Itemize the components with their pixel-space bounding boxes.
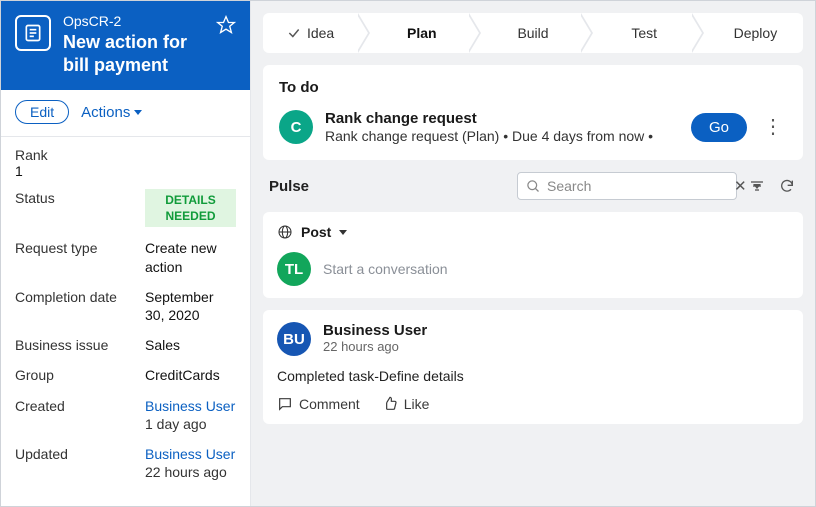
todo-overflow-menu[interactable]: ⋮ <box>759 117 787 137</box>
post-body: Completed task-Define details <box>277 368 789 384</box>
meta-value: CreditCards <box>145 366 220 384</box>
updated-user-link[interactable]: Business User <box>145 446 235 462</box>
pulse-title: Pulse <box>269 178 309 195</box>
meta-label: Business issue <box>15 336 135 354</box>
clear-icon[interactable]: ✕ <box>734 177 747 195</box>
todo-row: C Rank change request Rank change reques… <box>279 110 787 144</box>
meta-row-completion: Completion date September 30, 2020 <box>15 288 236 324</box>
post-head: BU Business User 22 hours ago <box>277 322 789 356</box>
case-header-text: OpsCR-2 New action for bill payment <box>63 13 204 76</box>
filter-button[interactable] <box>747 176 767 196</box>
stage-build[interactable]: Build <box>485 13 580 53</box>
updated-when: 22 hours ago <box>145 463 235 481</box>
post-card: BU Business User 22 hours ago Completed … <box>263 310 803 424</box>
meta-row-updated: Updated Business User 22 hours ago <box>15 445 236 481</box>
meta-label: Created <box>15 397 135 415</box>
meta-row-request-type: Request type Create new action <box>15 239 236 275</box>
stage-idea[interactable]: Idea <box>263 13 358 53</box>
meta-label: Updated <box>15 445 135 463</box>
compose-input[interactable]: Start a conversation <box>323 261 448 277</box>
meta-label: Request type <box>15 239 135 257</box>
post-actions: Comment Like <box>277 396 789 412</box>
stage-label: Build <box>517 25 548 41</box>
like-button[interactable]: Like <box>382 396 430 412</box>
stage-divider <box>692 13 708 53</box>
stage-label: Test <box>631 25 657 41</box>
post-time: 22 hours ago <box>323 339 427 354</box>
main-content: Idea Plan Build Test Deploy To do C <box>251 1 815 506</box>
meta-label: Status <box>15 189 135 207</box>
meta-label: Completion date <box>15 288 135 306</box>
pulse-header: Pulse ✕ <box>263 172 803 200</box>
refresh-button[interactable] <box>777 176 797 196</box>
app-root: OpsCR-2 New action for bill payment Edit… <box>0 0 816 507</box>
search-input[interactable] <box>547 178 728 194</box>
edit-button[interactable]: Edit <box>15 100 69 124</box>
compose-card: Post TL Start a conversation <box>263 212 803 298</box>
search-icon <box>526 179 541 194</box>
created-when: 1 day ago <box>145 415 235 433</box>
favorite-button[interactable] <box>216 15 236 35</box>
stage-label: Deploy <box>734 25 778 41</box>
compose-row[interactable]: TL Start a conversation <box>277 252 789 286</box>
actions-menu[interactable]: Actions <box>81 104 142 121</box>
stage-deploy[interactable]: Deploy <box>708 13 803 53</box>
meta-label: Rank <box>15 147 236 163</box>
globe-icon <box>277 224 293 240</box>
comment-button[interactable]: Comment <box>277 396 360 412</box>
meta-value: Business User 22 hours ago <box>145 445 235 481</box>
details-panel: OpsCR-2 New action for bill payment Edit… <box>1 1 251 506</box>
actions-menu-label: Actions <box>81 104 130 121</box>
pulse-search[interactable]: ✕ <box>517 172 737 200</box>
todo-name: Rank change request <box>325 110 679 127</box>
check-icon <box>287 26 301 40</box>
post-type-label: Post <box>301 224 331 240</box>
go-button[interactable]: Go <box>691 113 747 142</box>
meta-row-issue: Business issue Sales <box>15 336 236 354</box>
meta-row-group: Group CreditCards <box>15 366 236 384</box>
meta-list: Rank 1 Status DETAILS NEEDED Request typ… <box>1 137 250 506</box>
meta-row-status: Status DETAILS NEEDED <box>15 189 236 227</box>
post-author: Business User <box>323 322 427 339</box>
todo-card: To do C Rank change request Rank change … <box>263 65 803 160</box>
todo-sub: Rank change request (Plan) • Due 4 days … <box>325 128 679 144</box>
meta-value: DETAILS NEEDED <box>145 189 236 227</box>
caret-down-icon <box>134 110 142 115</box>
meta-value: Sales <box>145 336 180 354</box>
stage-plan[interactable]: Plan <box>374 13 469 53</box>
stage-divider <box>581 13 597 53</box>
post-avatar: BU <box>277 322 311 356</box>
case-header: OpsCR-2 New action for bill payment <box>1 1 250 90</box>
stage-label: Plan <box>407 25 437 41</box>
meta-value: Business User 1 day ago <box>145 397 235 433</box>
meta-row-created: Created Business User 1 day ago <box>15 397 236 433</box>
meta-rank: Rank 1 <box>15 147 236 179</box>
meta-label: Group <box>15 366 135 384</box>
stage-label: Idea <box>307 25 334 41</box>
stage-bar: Idea Plan Build Test Deploy <box>263 13 803 53</box>
meta-value: September 30, 2020 <box>145 288 236 324</box>
compose-top: Post <box>277 224 789 240</box>
post-meta: Business User 22 hours ago <box>323 322 427 354</box>
stage-test[interactable]: Test <box>597 13 692 53</box>
meta-value: 1 <box>15 163 236 179</box>
todo-heading: To do <box>279 79 787 96</box>
case-id: OpsCR-2 <box>63 13 204 29</box>
case-actions-row: Edit Actions <box>1 90 250 137</box>
post-type-dropdown-icon[interactable] <box>339 230 347 235</box>
todo-avatar: C <box>279 110 313 144</box>
meta-value: Create new action <box>145 239 236 275</box>
case-title: New action for bill payment <box>63 31 204 76</box>
status-badge: DETAILS NEEDED <box>145 189 236 227</box>
compose-avatar: TL <box>277 252 311 286</box>
comment-label: Comment <box>299 396 360 412</box>
created-user-link[interactable]: Business User <box>145 398 235 414</box>
case-type-icon <box>15 15 51 51</box>
stage-divider <box>469 13 485 53</box>
todo-body: Rank change request Rank change request … <box>325 110 679 144</box>
stage-divider <box>358 13 374 53</box>
like-label: Like <box>404 396 430 412</box>
